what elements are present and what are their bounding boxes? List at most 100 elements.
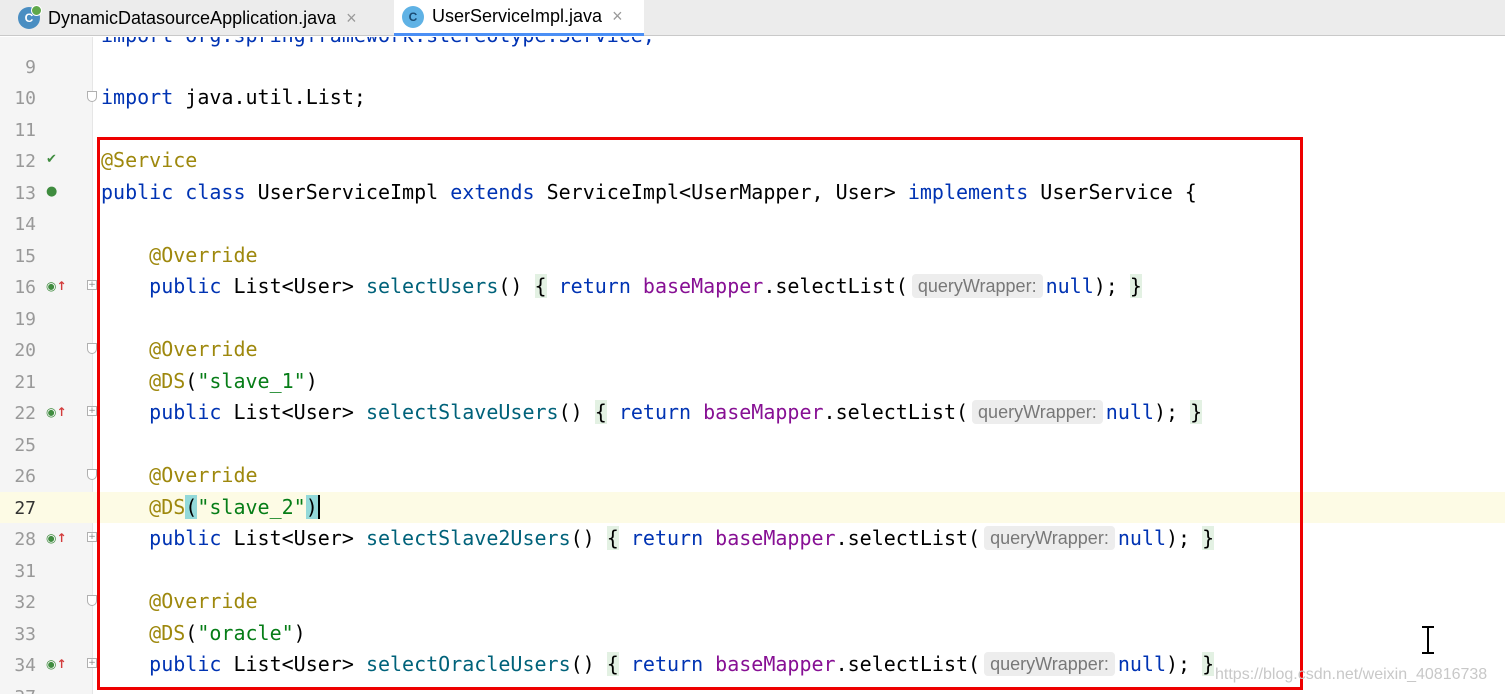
spring-bean-class-icon[interactable]: ●: [46, 183, 66, 201]
fold-toggle-icon[interactable]: [87, 343, 97, 354]
code-text: @Override: [101, 337, 257, 362]
line-number: 28: [14, 529, 36, 550]
keyword: public: [149, 274, 222, 298]
folded-brace[interactable]: }: [1190, 400, 1203, 424]
class-name: UserServiceImpl: [257, 180, 439, 204]
line-number: 25: [14, 435, 36, 456]
code-text: @DS("slave_1"): [149, 369, 318, 393]
code-line: 19: [0, 303, 1505, 334]
matched-paren: (: [185, 495, 198, 519]
parameter-hint: queryWrapper:: [984, 652, 1115, 676]
field: baseMapper: [703, 400, 824, 424]
fold-toggle-icon[interactable]: +: [87, 658, 97, 668]
line-number: 19: [14, 309, 36, 330]
line-number: 11: [14, 120, 36, 141]
code-text: import org.springframework.stereotype.Se…: [101, 37, 655, 48]
string-literal: "slave_1": [197, 369, 306, 393]
code-line: 28 ◉↑ + public List<User> selectSlave2Us…: [0, 523, 1505, 554]
folded-brace[interactable]: }: [1202, 652, 1215, 676]
interface-name: UserService: [1040, 180, 1173, 204]
line-number: 26: [14, 466, 36, 487]
implements-method-icon[interactable]: ◉↑: [46, 529, 67, 547]
fold-toggle-icon[interactable]: +: [87, 406, 97, 416]
line-number: 9: [25, 57, 36, 78]
folded-brace[interactable]: {: [606, 652, 619, 676]
code-text: public class UserServiceImpl extends Ser…: [101, 180, 1197, 205]
text-caret: [317, 495, 320, 519]
return-type: List<User>: [233, 400, 354, 424]
keyword: import: [101, 85, 174, 109]
fold-toggle-icon[interactable]: [87, 91, 97, 102]
annotation: @Override: [149, 243, 258, 267]
line-number: 13: [14, 183, 36, 204]
line-number: 20: [14, 340, 36, 361]
code-line: 15 @Override: [0, 240, 1505, 271]
code-text: @Override: [101, 243, 258, 268]
line-number: 22: [14, 403, 36, 424]
java-class-icon: C: [402, 5, 424, 28]
code-text: import java.util.List;: [101, 85, 366, 110]
code-line: 26 @Override: [0, 460, 1505, 491]
parens: (): [498, 274, 523, 298]
fold-toggle-icon[interactable]: [87, 595, 97, 606]
tab-dynamic-datasource-application[interactable]: C DynamicDatasourceApplication.java ×: [10, 0, 393, 36]
code-line: 20 @Override: [0, 334, 1505, 365]
folded-brace[interactable]: }: [1202, 526, 1215, 550]
annotation: @DS: [149, 369, 186, 393]
editor-tab-bar: C DynamicDatasourceApplication.java × C …: [0, 0, 1505, 36]
spring-boot-class-icon: C: [18, 5, 42, 29]
string-literal: "oracle": [197, 621, 294, 645]
line-number: 34: [14, 655, 36, 676]
method-name: selectOracleUsers: [365, 652, 571, 676]
return-type: List<User>: [233, 274, 354, 298]
keyword: null: [1117, 652, 1166, 676]
close-icon[interactable]: ×: [612, 6, 623, 27]
code-line: 33 @DS("oracle"): [0, 618, 1505, 649]
folded-brace[interactable]: {: [534, 274, 547, 298]
field: baseMapper: [715, 652, 836, 676]
superclass: ServiceImpl<UserMapper, User>: [546, 180, 896, 204]
annotation: @Service: [101, 148, 198, 172]
keyword: return: [618, 400, 692, 424]
tab-label: UserServiceImpl.java: [432, 6, 603, 26]
line-number: 14: [14, 214, 36, 235]
close-icon[interactable]: ×: [346, 8, 357, 29]
code-editor[interactable]: import org.springframework.stereotype.Se…: [0, 37, 1505, 694]
tab-label: DynamicDatasourceApplication.java: [48, 7, 337, 28]
fold-toggle-icon[interactable]: [87, 469, 97, 480]
implements-method-icon[interactable]: ◉↑: [46, 403, 67, 421]
implements-method-icon[interactable]: ◉↑: [46, 277, 67, 295]
fold-toggle-icon[interactable]: +: [87, 280, 97, 290]
folded-brace[interactable]: }: [1129, 274, 1142, 298]
spring-bean-icon[interactable]: ✔: [46, 151, 66, 169]
keyword: return: [630, 652, 704, 676]
line-number: 37: [0, 687, 36, 694]
parens: (): [570, 526, 595, 550]
code-line: 11: [0, 114, 1505, 145]
method-name: selectSlave2Users: [365, 526, 571, 550]
code-line: 25: [0, 429, 1505, 460]
line-number: 27: [14, 498, 36, 519]
parameter-hint: queryWrapper:: [984, 526, 1115, 550]
mouse-ibeam-cursor-icon: [1420, 626, 1436, 654]
keyword: null: [1117, 526, 1166, 550]
line-number: 33: [14, 624, 36, 645]
line-number: 32: [14, 592, 36, 613]
method-call: .selectList(: [823, 400, 969, 424]
parameter-hint: queryWrapper:: [911, 274, 1043, 298]
code-text: @Service: [101, 148, 197, 173]
code-line: 31: [0, 555, 1505, 586]
brace: {: [1184, 180, 1197, 204]
line-number: 21: [14, 372, 36, 393]
parens: (): [570, 652, 595, 676]
code-text: @DS("oracle"): [149, 621, 306, 645]
keyword: public: [101, 180, 174, 204]
folded-brace[interactable]: {: [606, 526, 619, 550]
folded-brace[interactable]: {: [594, 400, 607, 424]
field: baseMapper: [642, 274, 764, 298]
implements-method-icon[interactable]: ◉↑: [46, 655, 67, 673]
fold-toggle-icon[interactable]: +: [87, 532, 97, 542]
tab-user-service-impl[interactable]: C UserServiceImpl.java ×: [394, 0, 644, 36]
annotation: @DS: [149, 621, 186, 645]
code-line: 14: [0, 208, 1505, 239]
